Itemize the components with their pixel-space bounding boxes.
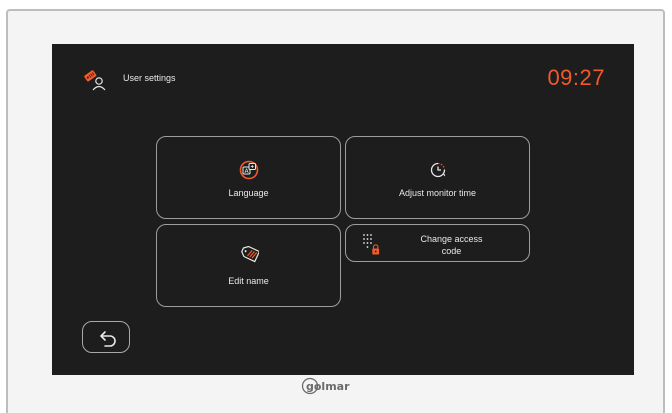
- back-arrow-icon: [100, 331, 116, 347]
- monitor-screen: User settings 09:27 A Language Adjust mo…: [52, 44, 634, 375]
- change-access-code-label-line1: Change access: [420, 234, 483, 244]
- brand-logo: golmar: [0, 375, 672, 402]
- clock-icon: [430, 162, 445, 178]
- language-button[interactable]: A Language: [156, 136, 341, 219]
- user-settings-icon: [84, 70, 106, 91]
- adjust-monitor-time-label: Adjust monitor time: [398, 188, 477, 198]
- language-icon: A: [239, 160, 258, 180]
- back-button[interactable]: [82, 321, 130, 353]
- language-label: Language: [228, 188, 269, 198]
- edit-name-label: Edit name: [228, 276, 269, 286]
- page-title: User settings: [123, 73, 176, 83]
- brand-name: golmar: [306, 380, 350, 393]
- edit-name-button[interactable]: Edit name: [156, 224, 341, 307]
- adjust-monitor-time-button[interactable]: Adjust monitor time: [345, 136, 530, 219]
- change-access-code-label: Change access code: [386, 233, 517, 257]
- clock-display: 09:27: [547, 65, 605, 90]
- keypad-lock-icon: [363, 234, 380, 255]
- change-access-code-label-line2: code: [441, 246, 462, 256]
- golmar-logo: golmar: [301, 377, 350, 395]
- change-access-code-button[interactable]: Change access code: [345, 224, 530, 262]
- tag-icon: [240, 246, 259, 263]
